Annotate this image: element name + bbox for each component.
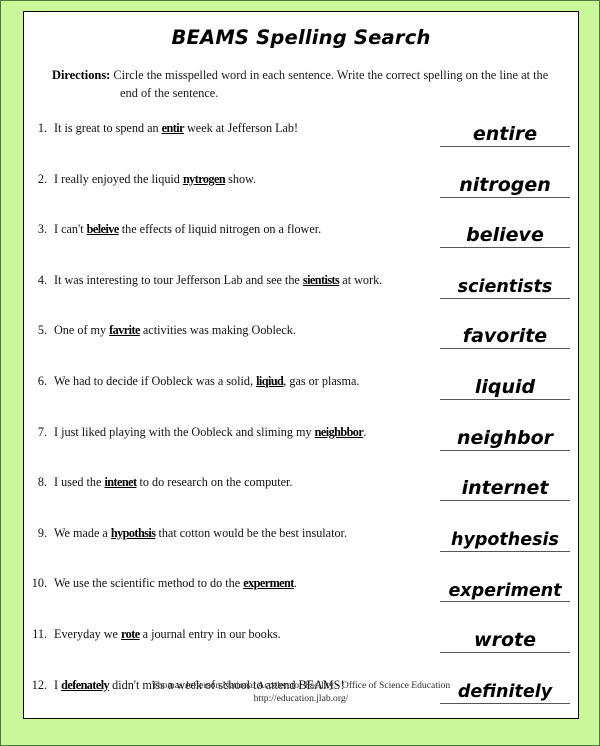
- question-row: 5. One of my favrite activities was makin…: [24, 315, 578, 366]
- question-number: 2.: [37, 171, 47, 186]
- question-row: 9. We made a hypothsis that cotton would …: [24, 518, 578, 569]
- answer-line[interactable]: wrote: [440, 619, 570, 653]
- sentence-text-before: It was interesting to tour Jefferson Lab…: [54, 272, 303, 287]
- sentence-text-before: One of my: [54, 323, 110, 338]
- worksheet-sheet: BEAMS Spelling Search Directions: Circle…: [23, 11, 579, 719]
- answer-line[interactable]: believe: [440, 214, 570, 249]
- directions-text-line-1: Circle the misspelled word in each sente…: [113, 68, 549, 82]
- sentence-text-after: .: [363, 424, 367, 439]
- sentence-text-before: We made a: [54, 525, 111, 540]
- misspelled-word[interactable]: entir: [162, 121, 185, 135]
- answer-line[interactable]: liquid: [440, 366, 570, 400]
- directions-block: Directions: Circle the misspelled word i…: [52, 67, 552, 103]
- question-number: 9.: [37, 525, 47, 540]
- answer-line[interactable]: neighbor: [440, 417, 570, 451]
- sentence-text-before: I really enjoyed the liquid: [54, 171, 183, 186]
- sentence-text-before: Everyday we: [54, 626, 122, 641]
- answer-word: nitrogen: [459, 173, 551, 196]
- answer-word: wrote: [474, 628, 536, 651]
- question-row: 6. We had to decide if Oobleck was a soli…: [24, 366, 578, 417]
- answer-line[interactable]: hypothesis: [440, 518, 570, 552]
- sentence-text-after: show.: [225, 171, 257, 186]
- misspelled-word[interactable]: favrite: [109, 323, 140, 337]
- misspelled-word[interactable]: sientists: [303, 273, 340, 287]
- question-number: 3.: [37, 222, 47, 237]
- question-row: 4. It was interesting to tour Jefferson L…: [24, 265, 578, 316]
- sentence-text-after: the effects of liquid nitrogen on a flow…: [118, 222, 322, 237]
- misspelled-word[interactable]: beleive: [87, 222, 120, 236]
- answer-line[interactable]: internet: [440, 467, 570, 502]
- sentence-text-after: , gas or plasma.: [283, 373, 360, 388]
- question-row: 1. It is great to spend an entir week at …: [24, 113, 578, 164]
- answer-word: liquid: [474, 376, 536, 398]
- question-row: 11. Everyday we rote a journal entry in o…: [24, 619, 578, 670]
- misspelled-word[interactable]: experment: [243, 576, 294, 590]
- footer-url: http://education.jlab.org/: [253, 693, 349, 705]
- answer-line[interactable]: scientists: [440, 265, 570, 299]
- sentence-text-before: We had to decide if Oobleck was a solid,: [54, 373, 257, 388]
- question-number: 11.: [32, 626, 47, 641]
- question-number: 8.: [37, 475, 47, 490]
- question-number: 5.: [37, 323, 47, 338]
- answer-line[interactable]: entire: [440, 113, 570, 147]
- answer-word: neighbor: [456, 426, 554, 449]
- question-list: 1. It is great to spend an entir week at …: [24, 113, 578, 718]
- answer-line[interactable]: favorite: [440, 315, 570, 350]
- question-number: 6.: [37, 373, 47, 388]
- sentence-text-after: that cotton would be the best insulator.: [155, 525, 347, 540]
- answer-word: hypothesis: [451, 530, 559, 551]
- footer: Thomas Jefferson National Accelerator Fa…: [24, 680, 578, 706]
- sentence-text-after: to do research on the computer.: [136, 475, 293, 490]
- sentence-text-before: I used the: [54, 475, 105, 490]
- misspelled-word[interactable]: nytrogen: [183, 172, 226, 186]
- page-title: BEAMS Spelling Search: [171, 26, 431, 49]
- answer-line[interactable]: experiment: [440, 568, 570, 603]
- directions-label: Directions:: [52, 68, 111, 82]
- question-number: 10.: [31, 576, 47, 591]
- directions-text-line-2: end of the sentence.: [120, 85, 219, 100]
- answer-word: entire: [472, 123, 538, 146]
- misspelled-word[interactable]: rote: [121, 627, 140, 641]
- misspelled-word[interactable]: liqiud: [256, 374, 284, 388]
- question-row: 2. I really enjoyed the liquid nytrogen s…: [24, 164, 578, 215]
- page-border-mat: BEAMS Spelling Search Directions: Circle…: [0, 0, 600, 746]
- sentence-text-after: a journal entry in our books.: [139, 626, 281, 641]
- footer-organization: Thomas Jefferson National Accelerator Fa…: [151, 680, 451, 692]
- sentence-text-before: It is great to spend an: [54, 120, 162, 135]
- misspelled-word[interactable]: hypothsis: [111, 526, 156, 540]
- question-row: 3. I can't beleive the effects of liquid …: [24, 214, 578, 265]
- sentence-text-after: activities was making Oobleck.: [139, 323, 296, 338]
- answer-word: favorite: [462, 325, 548, 348]
- sentence-text-after: week at Jefferson Lab!: [183, 120, 299, 135]
- sentence-text-after: at work.: [339, 272, 383, 287]
- question-number: 1.: [37, 120, 47, 135]
- sentence-text-before: We use the scientific method to do the: [54, 576, 244, 591]
- misspelled-word[interactable]: intenet: [104, 475, 137, 489]
- answer-line[interactable]: nitrogen: [440, 164, 570, 198]
- question-row: 10. We use the scientific method to do th…: [24, 568, 578, 619]
- sentence-text-before: I just liked playing with the Oobleck an…: [54, 424, 315, 439]
- answer-word: internet: [461, 477, 549, 500]
- question-number: 7.: [37, 424, 47, 439]
- sentence-text-after: .: [293, 576, 297, 591]
- question-row: 7. I just liked playing with the Oobleck …: [24, 417, 578, 468]
- question-row: 8. I used the intenet to do research on t…: [24, 467, 578, 518]
- answer-word: scientists: [457, 277, 553, 298]
- misspelled-word[interactable]: neighbbor: [315, 425, 364, 439]
- sentence-text-before: I can't: [54, 222, 87, 237]
- answer-word: believe: [466, 224, 544, 247]
- answer-word: experiment: [448, 580, 562, 601]
- question-number: 4.: [37, 272, 47, 287]
